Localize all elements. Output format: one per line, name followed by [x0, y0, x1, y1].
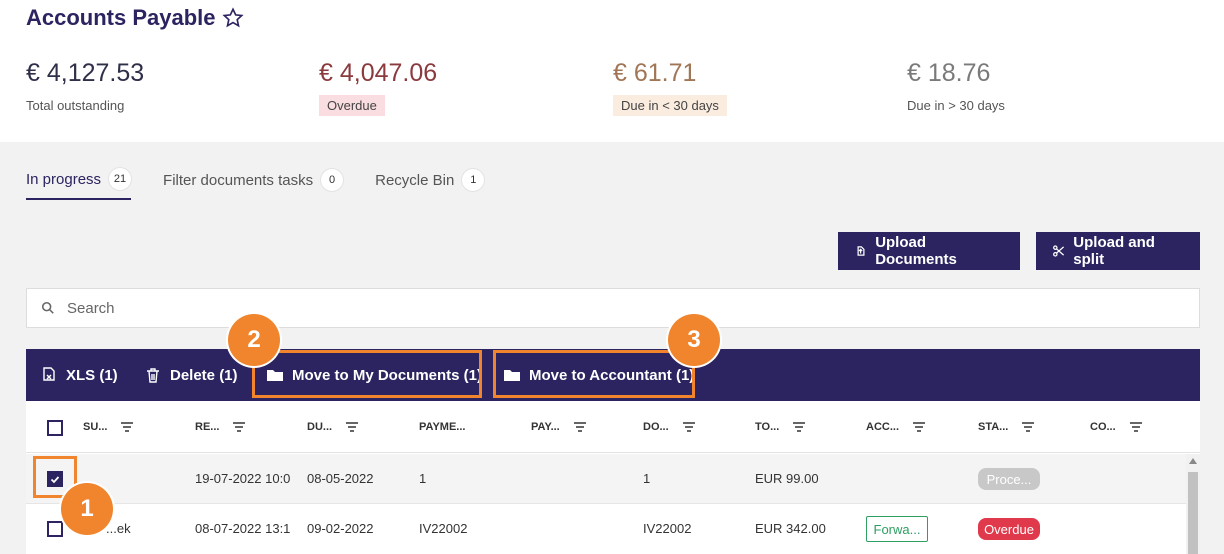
filter-icon[interactable]: [1022, 422, 1035, 432]
xls-file-icon: [43, 367, 55, 381]
stat-total-outstanding: € 4,127.53 Total outstanding: [26, 58, 144, 113]
payment-ref-cell: IV22002: [419, 521, 468, 536]
due-cell: 08-05-2022: [307, 471, 374, 486]
delete-button[interactable]: Delete (1): [144, 349, 238, 401]
row-checkbox[interactable]: [47, 521, 63, 537]
stat-overdue[interactable]: € 4,047.06 Overdue: [319, 58, 437, 116]
favorite-star-icon[interactable]: [221, 7, 244, 29]
table-scrollbar[interactable]: [1186, 454, 1200, 554]
overdue-badge: Overdue: [319, 95, 385, 116]
column-header-status[interactable]: STA...: [978, 421, 1035, 433]
search-bar: [26, 288, 1200, 328]
document-cell: 1: [643, 471, 651, 486]
column-header-payment[interactable]: PAY...: [531, 421, 586, 433]
column-header-account[interactable]: ACC...: [866, 421, 925, 433]
column-header-payment-ref[interactable]: PAYME...: [419, 421, 465, 433]
step-marker-1: 1: [61, 483, 113, 535]
tab-filter-documents-tasks[interactable]: Filter documents tasks 0: [163, 168, 344, 200]
filter-icon[interactable]: [233, 422, 246, 432]
total-cell: EUR 342.00: [755, 521, 826, 536]
xls-export-button[interactable]: XLS (1): [40, 349, 118, 401]
stat-due-gt-30[interactable]: € 18.76 Due in > 30 days: [907, 58, 1005, 113]
scrollbar-thumb[interactable]: [1188, 472, 1198, 554]
scroll-up-icon[interactable]: [1189, 458, 1197, 464]
step-marker-3: 3: [668, 314, 720, 366]
tab-in-progress[interactable]: In progress 21: [26, 168, 132, 200]
stat-amount: € 18.76: [907, 59, 991, 87]
upload-icon: [857, 246, 865, 256]
table-row[interactable]: ...ek 08-07-2022 13:1 09-02-2022 IV22002…: [26, 504, 1186, 554]
document-cell: IV22002: [643, 521, 692, 536]
column-header-received[interactable]: RE...: [195, 421, 246, 433]
stat-due-lt-30[interactable]: € 61.71 Due in < 30 days: [613, 58, 727, 116]
stat-amount: € 4,127.53: [26, 59, 145, 87]
tab-count-badge: 1: [462, 169, 485, 191]
column-header-supplier[interactable]: SU...: [83, 421, 134, 433]
stat-amount: € 61.71: [613, 59, 697, 87]
column-header-document[interactable]: DO...: [643, 421, 695, 433]
due-lt-30-badge: Due in < 30 days: [613, 95, 727, 116]
search-input[interactable]: [67, 299, 667, 317]
filter-icon[interactable]: [121, 422, 134, 432]
stat-label: Due in > 30 days: [907, 98, 1005, 113]
tab-count-badge: 0: [321, 169, 344, 191]
document-tabs: In progress 21 Filter documents tasks 0 …: [26, 168, 516, 200]
due-cell: 09-02-2022: [307, 521, 374, 536]
page-title: Accounts Payable: [26, 5, 244, 31]
filter-icon[interactable]: [346, 422, 359, 432]
received-cell: 19-07-2022 10:0: [195, 471, 291, 486]
tab-recycle-bin[interactable]: Recycle Bin 1: [375, 168, 485, 200]
column-header-comment[interactable]: CO...: [1090, 421, 1142, 433]
status-badge: Overdue: [978, 518, 1040, 540]
highlight-move-accountant: [493, 350, 695, 398]
account-forward-badge[interactable]: Forwa...: [866, 516, 928, 542]
status-badge: Proce...: [978, 468, 1040, 490]
filter-icon[interactable]: [1129, 422, 1142, 432]
search-icon: [41, 301, 54, 314]
filter-icon[interactable]: [913, 422, 925, 432]
filter-icon[interactable]: [682, 422, 695, 432]
filter-icon[interactable]: [793, 422, 806, 432]
filter-icon[interactable]: [573, 422, 586, 432]
payment-ref-cell: 1: [419, 471, 427, 486]
highlight-move-my-documents: [252, 350, 482, 398]
column-header-due[interactable]: DU...: [307, 421, 359, 433]
tab-count-badge: 21: [109, 168, 132, 190]
trash-icon: [147, 368, 159, 383]
column-header-total[interactable]: TO...: [755, 421, 806, 433]
summary-panel: Accounts Payable € 4,127.53 Total outsta…: [0, 0, 1224, 142]
select-all-checkbox[interactable]: [47, 420, 63, 436]
total-cell: EUR 99.00: [755, 471, 819, 486]
table-header: SU... RE... DU... PAYME... PAY... DO... …: [26, 401, 1200, 453]
documents-table: SU... RE... DU... PAYME... PAY... DO... …: [26, 401, 1200, 554]
supplier-cell: ...ek: [106, 521, 131, 536]
received-cell: 08-07-2022 13:1: [195, 521, 291, 536]
table-row[interactable]: 19-07-2022 10:0 08-05-2022 1 1 EUR 99.00…: [26, 454, 1186, 504]
stat-label: Total outstanding: [26, 98, 125, 113]
upload-documents-button[interactable]: Upload Documents: [838, 232, 1020, 270]
step-marker-2: 2: [228, 314, 280, 366]
scissors-icon: [1053, 245, 1065, 257]
upload-split-button[interactable]: Upload and split: [1036, 232, 1200, 270]
stat-amount: € 4,047.06: [319, 59, 438, 87]
